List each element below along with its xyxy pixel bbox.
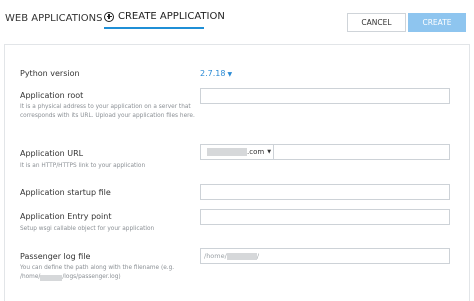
- app-url-help: It is an HTTP/HTTPS link to your applica…: [20, 163, 146, 169]
- tab-create-application[interactable]: CREATE APPLICATION: [104, 11, 225, 22]
- redacted-username: [226, 252, 257, 260]
- log-file-label: Passenger log file: [20, 252, 91, 261]
- cancel-button[interactable]: CANCEL: [347, 13, 406, 32]
- log-placeholder-suffix: /: [256, 252, 260, 260]
- log-file-input[interactable]: /home/ /: [200, 248, 450, 264]
- tab-create-label: CREATE APPLICATION: [118, 11, 225, 22]
- domain-suffix: .com: [247, 148, 265, 156]
- tab-web-applications[interactable]: WEB APPLICATIONS: [5, 13, 102, 24]
- app-root-input[interactable]: [200, 88, 450, 104]
- python-version-label: Python version: [20, 69, 80, 78]
- caret-down-icon: ▼: [267, 149, 272, 155]
- log-placeholder-prefix: /home/: [204, 252, 227, 260]
- entry-point-help: Setup wsgi callable object for your appl…: [20, 226, 155, 232]
- log-file-help-line1: You can define the path along with the f…: [20, 265, 175, 271]
- active-tab-indicator: [104, 27, 204, 29]
- caret-down-icon: ▼: [227, 71, 233, 78]
- startup-file-label: Application startup file: [20, 188, 111, 197]
- app-url-label: Application URL: [20, 149, 84, 158]
- top-bar: WEB APPLICATIONS CREATE APPLICATION CANC…: [0, 0, 474, 44]
- app-root-help: It is a physical address to your applica…: [20, 104, 195, 119]
- python-version-dropdown[interactable]: 2.7.18 ▼: [200, 69, 232, 78]
- domain-select[interactable]: .com ▼: [200, 144, 274, 160]
- log-help-suffix: /logs/passenger.log): [62, 274, 121, 280]
- app-url-path-input[interactable]: [273, 144, 450, 160]
- python-version-value: 2.7.18: [200, 69, 226, 78]
- app-root-label: Application root: [20, 91, 84, 100]
- redacted-username: [40, 274, 63, 281]
- create-button[interactable]: CREATE: [408, 13, 466, 32]
- plus-circle-icon: [104, 11, 114, 22]
- log-file-help-line2: /home/ /logs/passenger.log): [20, 273, 200, 282]
- entry-point-input[interactable]: [200, 209, 450, 225]
- entry-point-label: Application Entry point: [20, 212, 112, 221]
- startup-file-input[interactable]: [200, 184, 450, 200]
- log-help-prefix: /home/: [20, 274, 41, 280]
- redacted-domain: [207, 148, 247, 156]
